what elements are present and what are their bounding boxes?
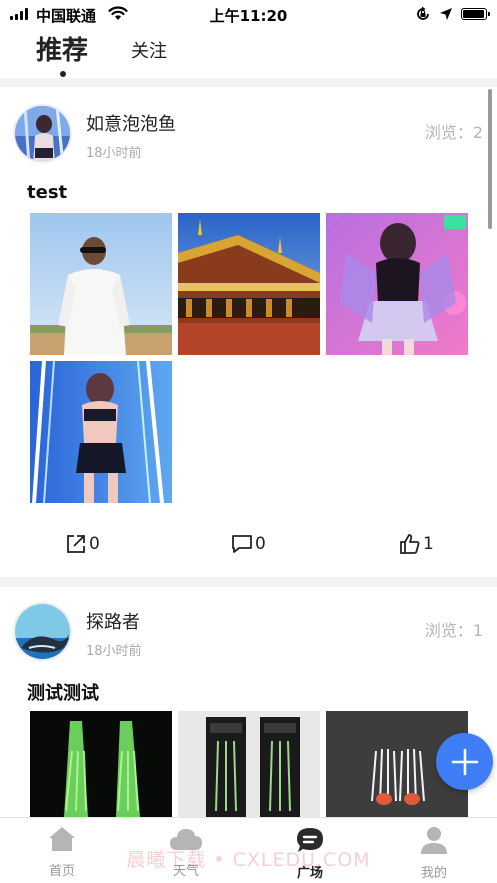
nav-label: 天气 xyxy=(172,864,199,879)
plus-icon xyxy=(451,748,478,775)
nav-label: 广场 xyxy=(296,866,323,881)
location-icon xyxy=(440,8,452,20)
post-card[interactable]: 探路者 18小时前 浏览：1 测试测试 xyxy=(0,587,497,827)
add-post-button[interactable] xyxy=(436,733,493,790)
app-screen: 中国联通 上午11:20 推荐 关注 如意泡泡鱼 18小时前 浏览：2 test… xyxy=(0,0,497,883)
avatar[interactable] xyxy=(13,104,72,163)
post-image[interactable] xyxy=(178,213,320,355)
scrollbar[interactable] xyxy=(488,89,492,229)
post-text: 测试测试 xyxy=(27,683,99,704)
like-button[interactable]: 1 xyxy=(399,533,434,555)
post-time: 18小时前 xyxy=(86,146,142,161)
like-count: 1 xyxy=(423,534,434,554)
status-bar: 中国联通 上午11:20 xyxy=(0,0,497,28)
chat-bubble-icon xyxy=(297,828,323,852)
cloud-icon xyxy=(170,829,202,850)
nav-item-square[interactable]: 广场 xyxy=(270,826,350,881)
share-icon xyxy=(67,535,85,553)
post-actions: 0 0 1 xyxy=(0,533,497,573)
post-image[interactable] xyxy=(326,213,468,355)
nav-label: 我的 xyxy=(420,866,447,881)
battery-level xyxy=(463,10,484,18)
comment-icon xyxy=(232,535,252,553)
share-button[interactable]: 0 xyxy=(65,533,100,555)
post-card[interactable]: 如意泡泡鱼 18小时前 浏览：2 test 0 0 1 xyxy=(0,87,497,577)
comment-button[interactable]: 0 xyxy=(231,533,266,555)
post-views: 浏览：1 xyxy=(424,621,483,640)
thumbs-up-icon xyxy=(400,534,420,554)
post-image[interactable] xyxy=(30,361,172,503)
nav-item-weather[interactable]: 天气 xyxy=(146,826,226,879)
nav-label: 首页 xyxy=(48,864,75,879)
post-text: test xyxy=(27,182,68,203)
post-image[interactable] xyxy=(30,711,172,817)
post-image[interactable] xyxy=(178,711,320,817)
comment-count: 0 xyxy=(255,534,266,554)
person-icon xyxy=(421,827,447,854)
nav-item-home[interactable]: 首页 xyxy=(22,826,102,879)
tab-recommended[interactable]: 推荐 xyxy=(36,30,88,67)
battery-icon xyxy=(461,8,490,20)
active-tab-indicator xyxy=(60,71,66,77)
post-username[interactable]: 探路者 xyxy=(86,608,140,634)
post-views: 浏览：2 xyxy=(424,123,483,142)
post-image[interactable] xyxy=(30,213,172,355)
share-count: 0 xyxy=(89,534,100,554)
top-tab-bar: 推荐 关注 xyxy=(0,28,497,78)
nav-item-mine[interactable]: 我的 xyxy=(394,826,474,881)
orientation-lock-icon xyxy=(417,6,429,20)
tab-following[interactable]: 关注 xyxy=(131,37,167,63)
bottom-navigation: 首页 天气 广场 我的 xyxy=(0,817,497,883)
home-icon xyxy=(49,827,75,851)
post-username[interactable]: 如意泡泡鱼 xyxy=(86,110,176,136)
post-time: 18小时前 xyxy=(86,644,142,659)
avatar[interactable] xyxy=(13,602,72,661)
